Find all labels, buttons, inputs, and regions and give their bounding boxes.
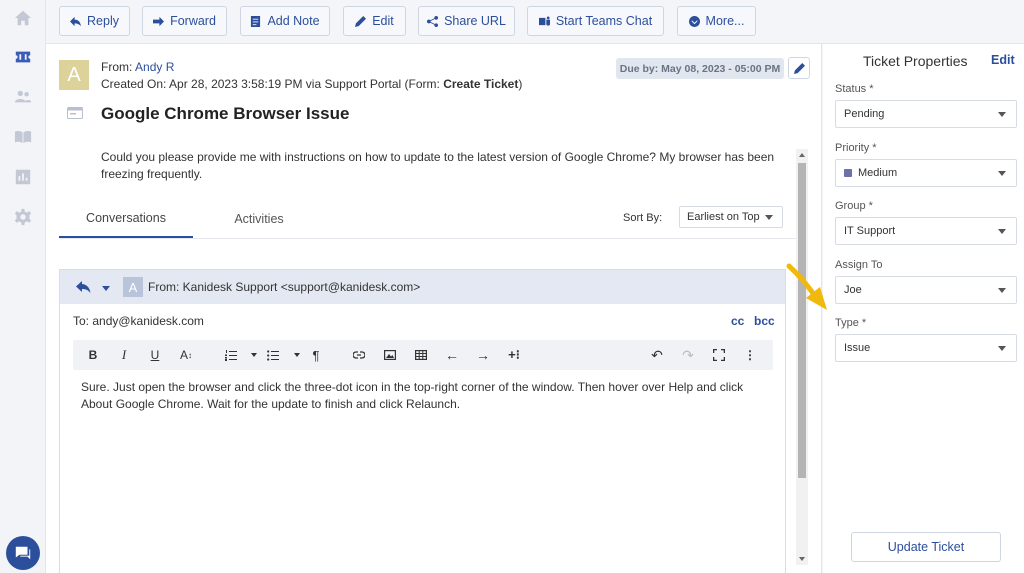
forward-icon bbox=[153, 16, 165, 26]
font-size-button[interactable]: A ↕ bbox=[175, 340, 197, 370]
table-icon[interactable] bbox=[410, 340, 432, 370]
left-nav bbox=[0, 0, 46, 573]
reply-icon bbox=[70, 16, 82, 26]
undo-icon[interactable]: ↶ bbox=[646, 340, 668, 370]
reply-body[interactable]: Sure. Just open the browser and click th… bbox=[81, 379, 771, 413]
properties-edit-link[interactable]: Edit bbox=[991, 53, 1015, 67]
forward-button[interactable]: Forward bbox=[142, 6, 227, 36]
chat-icon bbox=[15, 546, 31, 560]
indent-icon[interactable]: → bbox=[472, 340, 494, 370]
more-button[interactable]: More... bbox=[677, 6, 756, 36]
ticket-created-info: Created On: Apr 28, 2023 3:58:19 PM via … bbox=[101, 77, 523, 91]
ticket-detail-panel: A From: Andy R Created On: Apr 28, 2023 … bbox=[46, 44, 822, 573]
pencil-icon bbox=[355, 15, 367, 27]
assign-to-select[interactable]: Joe bbox=[835, 276, 1017, 304]
paragraph-format-icon[interactable]: ¶ bbox=[305, 340, 327, 370]
teams-icon bbox=[538, 15, 550, 26]
tab-activities[interactable]: Activities bbox=[209, 199, 309, 238]
home-icon[interactable] bbox=[14, 9, 32, 27]
chat-launcher-button[interactable] bbox=[6, 536, 40, 570]
assign-to-label: Assign To bbox=[835, 259, 883, 271]
underline-button[interactable]: U bbox=[144, 340, 166, 370]
contacts-icon[interactable] bbox=[14, 88, 32, 106]
italic-button[interactable]: I bbox=[113, 340, 135, 370]
ticket-subject: Google Chrome Browser Issue bbox=[101, 104, 350, 123]
bold-button[interactable]: B bbox=[82, 340, 104, 370]
ticket-tabs: Conversations Activities Sort By: Earlie… bbox=[59, 199, 799, 239]
chevron-down-circle-icon bbox=[688, 15, 700, 27]
reply-type-dropdown[interactable] bbox=[102, 286, 110, 291]
group-select[interactable]: IT Support bbox=[835, 217, 1017, 245]
pencil-icon bbox=[793, 62, 805, 74]
ordered-list-icon[interactable] bbox=[220, 340, 242, 370]
status-select[interactable]: Pending bbox=[835, 100, 1017, 128]
note-icon bbox=[251, 15, 261, 27]
ordered-list-dropdown[interactable] bbox=[251, 353, 257, 357]
type-label: Type * bbox=[835, 317, 867, 329]
group-label: Group * bbox=[835, 200, 873, 212]
sender-avatar: A bbox=[123, 277, 143, 297]
properties-title: Ticket Properties bbox=[863, 53, 968, 69]
reports-icon[interactable] bbox=[14, 168, 32, 186]
tab-conversations[interactable]: Conversations bbox=[59, 199, 193, 238]
conversation-scrollbar[interactable] bbox=[796, 149, 808, 565]
ticket-from: From: Andy R bbox=[101, 60, 175, 74]
update-ticket-button[interactable]: Update Ticket bbox=[851, 532, 1001, 562]
annotation-arrow-icon bbox=[786, 263, 827, 310]
chevron-down-icon bbox=[998, 171, 1006, 176]
scroll-up-icon[interactable] bbox=[799, 153, 805, 157]
settings-icon[interactable] bbox=[14, 208, 32, 226]
insert-more-icon[interactable]: +⁝ bbox=[503, 340, 525, 370]
start-teams-chat-button[interactable]: Start Teams Chat bbox=[527, 6, 664, 36]
priority-color-swatch bbox=[844, 169, 852, 177]
requester-avatar: A bbox=[59, 60, 89, 90]
redo-icon: ↷ bbox=[682, 346, 694, 363]
edit-due-date-button[interactable] bbox=[788, 57, 810, 79]
knowledge-base-icon[interactable] bbox=[14, 128, 32, 146]
priority-select[interactable]: Medium bbox=[835, 159, 1017, 187]
ticket-toolbar: Reply Forward Add Note Edit Share URL St… bbox=[46, 0, 1024, 44]
cc-link[interactable]: cc bbox=[731, 314, 744, 328]
type-select[interactable]: Issue bbox=[835, 334, 1017, 362]
image-icon[interactable] bbox=[379, 340, 401, 370]
share-icon bbox=[427, 15, 439, 27]
tickets-icon[interactable] bbox=[14, 48, 32, 66]
requester-link[interactable]: Andy R bbox=[135, 60, 174, 74]
chevron-down-icon bbox=[998, 229, 1006, 234]
bcc-link[interactable]: bcc bbox=[754, 314, 775, 328]
ticket-description: Could you please provide me with instruc… bbox=[101, 150, 775, 181]
ticket-properties-panel: Ticket Properties Edit Status * Pending … bbox=[823, 44, 1024, 573]
reply-editor: A From: Kanidesk Support <support@kanide… bbox=[59, 269, 786, 573]
reply-from[interactable]: From: Kanidesk Support <support@kanidesk… bbox=[148, 280, 420, 294]
sort-label: Sort By: bbox=[623, 212, 663, 224]
reply-header: A From: Kanidesk Support <support@kanide… bbox=[60, 270, 785, 304]
reply-button[interactable]: Reply bbox=[59, 6, 130, 36]
subject-icon bbox=[67, 107, 83, 119]
chevron-down-icon bbox=[765, 215, 773, 220]
fullscreen-icon[interactable] bbox=[708, 340, 730, 370]
priority-label: Priority * bbox=[835, 142, 877, 154]
more-options-icon[interactable]: ⋮ bbox=[739, 340, 761, 370]
sort-order-select[interactable]: Earliest on Top bbox=[679, 206, 783, 228]
reply-icon[interactable] bbox=[75, 280, 91, 294]
add-note-button[interactable]: Add Note bbox=[240, 6, 330, 36]
chevron-down-icon bbox=[998, 346, 1006, 351]
link-icon[interactable] bbox=[348, 340, 370, 370]
outdent-icon[interactable]: ← bbox=[441, 340, 463, 370]
bullet-list-icon[interactable] bbox=[262, 340, 284, 370]
chevron-down-icon bbox=[998, 288, 1006, 293]
scroll-down-icon[interactable] bbox=[799, 557, 805, 561]
share-url-button[interactable]: Share URL bbox=[418, 6, 515, 36]
bullet-list-dropdown[interactable] bbox=[294, 353, 300, 357]
editor-toolbar: B I U A ↕ ¶ ← → +⁝ ↶ ↷ ⋮ bbox=[73, 340, 773, 370]
chevron-down-icon bbox=[998, 112, 1006, 117]
edit-button[interactable]: Edit bbox=[343, 6, 406, 36]
scrollbar-thumb[interactable] bbox=[798, 163, 806, 478]
status-label: Status * bbox=[835, 83, 874, 95]
due-date-badge: Due by: May 08, 2023 - 05:00 PM bbox=[616, 58, 784, 79]
reply-to-field[interactable]: To: andy@kanidesk.com bbox=[73, 314, 204, 328]
